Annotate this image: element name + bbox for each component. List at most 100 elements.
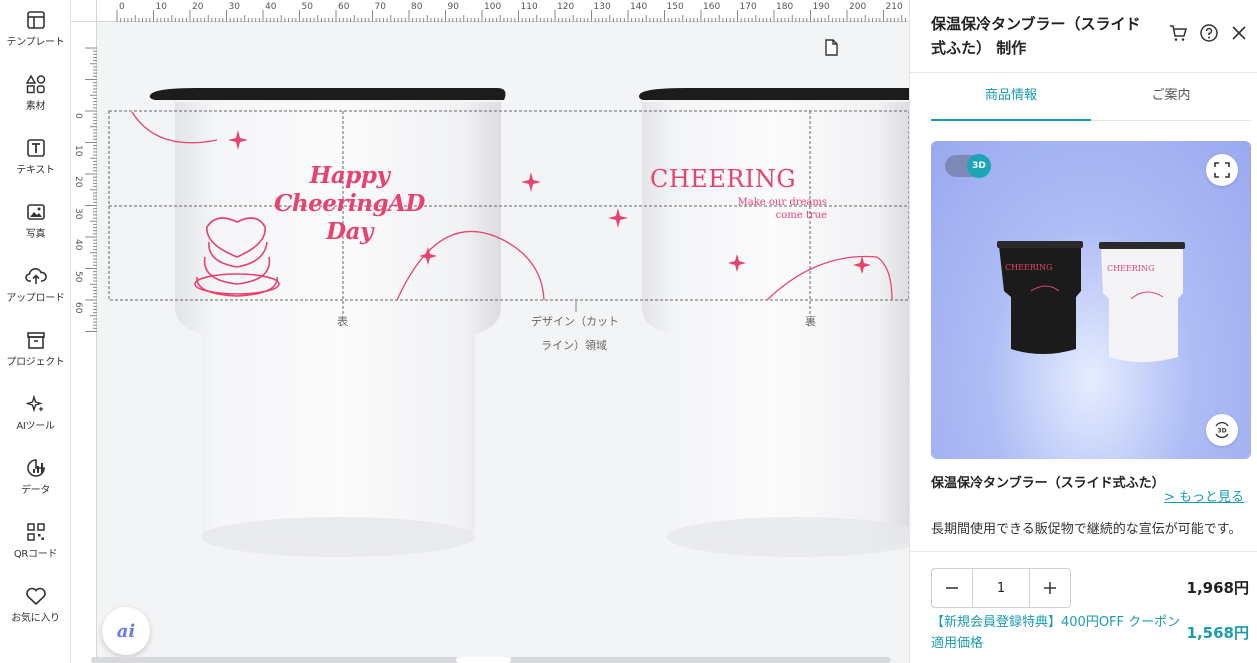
plus-icon <box>1044 582 1056 594</box>
3d-toggle[interactable]: 3D <box>945 154 991 178</box>
white-tumbler-model <box>1099 242 1185 362</box>
front-text-line: Day <box>326 218 373 245</box>
ruler-number: 100 <box>484 2 502 12</box>
sidebar-item-label: プロジェクト <box>6 357 65 368</box>
sidebar-item-project[interactable]: プロジェクト <box>0 330 71 388</box>
upload-icon <box>24 268 47 284</box>
ruler-number: 200 <box>849 2 867 12</box>
fullscreen-button[interactable] <box>1206 154 1238 186</box>
ruler-number: 120 <box>557 2 575 12</box>
elements-icon <box>25 74 45 94</box>
ai-assistant-button[interactable]: ai <box>102 607 150 655</box>
preview-label: CHEERING <box>1107 264 1154 273</box>
cart-icon[interactable] <box>1169 24 1187 46</box>
ruler-number: 110 <box>520 2 538 12</box>
svg-text:3D: 3D <box>1217 428 1226 435</box>
photo-icon <box>26 204 45 220</box>
sidebar-item-qr-code[interactable]: QRコード <box>0 522 71 580</box>
sidebar-item-label: 写真 <box>25 229 46 240</box>
ruler-number: 20 <box>73 176 83 188</box>
ruler-number: 70 <box>374 2 386 12</box>
front-design-text[interactable]: Happy CheeringAD Day <box>267 162 432 246</box>
back-subtitle-line: Make our dreams <box>737 197 827 208</box>
coupon-text[interactable]: 【新規会員登録特典】400円OFF クーポン適用価格 <box>931 612 1181 654</box>
black-tumbler-model <box>997 241 1083 354</box>
cut-area-label: デザイン（カット <box>531 315 619 328</box>
3d-tumblers-render: CHEERING CHEERING <box>997 241 1185 362</box>
3d-rotate-icon: 3D <box>1215 422 1229 438</box>
sidebar-item-label: アップロード <box>6 293 65 304</box>
template-icon <box>26 11 45 29</box>
ruler-left: 0 10 20 30 40 50 60 <box>71 22 97 663</box>
front-text-line: CheeringAD <box>274 190 425 217</box>
ruler-number: 40 <box>73 239 83 251</box>
sidebar-item-favorites[interactable]: お気に入り <box>0 586 71 644</box>
sidebar-item-label: お気に入り <box>11 613 60 624</box>
ruler-number: 130 <box>593 2 611 12</box>
back-design-subtitle[interactable]: Make our dreams come true <box>715 196 827 222</box>
tumbler-lid <box>149 88 506 100</box>
sidebar-item-data[interactable]: データ <box>0 458 71 516</box>
front-side-label: 表 <box>337 315 348 328</box>
panel-tabs: 商品情報 ご案内 <box>931 73 1251 121</box>
sidebar-item-photo[interactable]: 写真 <box>0 202 71 260</box>
back-design-title[interactable]: CHEERING <box>650 165 796 193</box>
close-icon[interactable] <box>1231 25 1247 45</box>
3d-rotate-button[interactable]: 3D <box>1206 414 1238 446</box>
sidebar-item-template[interactable]: テンプレート <box>0 10 71 68</box>
product-panel: 保温保冷タンブラー（スライド式ふた） 制作 商品情報 ご案内 3D 3D CHE… <box>909 0 1257 663</box>
text-icon <box>26 139 45 157</box>
ruler-number: 10 <box>73 144 83 156</box>
sidebar-item-label: テンプレート <box>6 37 65 48</box>
horizontal-scrollbar[interactable] <box>91 657 891 663</box>
tab-guide[interactable]: ご案内 <box>1091 73 1251 121</box>
minus-icon <box>946 587 958 589</box>
ruler-top: 0 10 20 30 40 50 60 70 80 90 100 110 120 130 140 150 160… <box>97 0 909 22</box>
tab-product-info[interactable]: 商品情報 <box>931 73 1091 121</box>
tumbler-mockup <box>108 88 909 557</box>
ruler-number: 0 <box>119 2 125 12</box>
ruler-number: 190 <box>812 2 830 12</box>
sidebar-item-upload[interactable]: アップロード <box>0 266 71 324</box>
ai-assistant-label: ai <box>116 620 136 642</box>
scrollbar-thumb[interactable] <box>456 657 511 663</box>
workarea[interactable]: Happy CheeringAD Day CHEERING Make our d… <box>97 22 909 663</box>
heart-icon <box>25 587 46 606</box>
ruler-number: 170 <box>739 2 757 12</box>
project-icon <box>26 332 45 349</box>
ruler-number: 20 <box>192 2 204 12</box>
sidebar-item-label: データ <box>20 485 51 496</box>
cut-area-label: ライン）領域 <box>541 339 607 352</box>
page-icon[interactable] <box>824 39 838 60</box>
ruler-number: 30 <box>73 207 83 219</box>
divider <box>910 551 1257 552</box>
panel-header-actions <box>1169 24 1247 46</box>
quantity-input[interactable] <box>972 569 1030 607</box>
sidebar-item-label: AIツール <box>16 421 55 432</box>
ruler-number: 140 <box>630 2 648 12</box>
preview-label: CHEERING <box>1005 263 1052 272</box>
panel-title: 保温保冷タンブラー（スライド式ふた） 制作 <box>931 15 1141 57</box>
product-name: 保温保冷タンブラー（スライド式ふた） <box>931 476 1165 491</box>
quantity-stepper <box>931 568 1071 608</box>
back-subtitle-line: come true <box>775 210 827 221</box>
ruler-number: 30 <box>228 2 240 12</box>
tumbler-front <box>149 88 506 557</box>
decrease-button[interactable] <box>932 569 972 607</box>
sidebar-item-ai-tools[interactable]: AIツール <box>0 394 71 452</box>
3d-toggle-knob: 3D <box>967 154 991 178</box>
data-icon <box>26 459 45 477</box>
sidebar-item-elements[interactable]: 素材 <box>0 74 71 132</box>
ruler-number: 10 <box>155 2 167 12</box>
product-description: 長期間使用できる販促物で継続的な宣伝が可能です。 <box>931 522 1242 537</box>
design-canvas[interactable]: 0 10 20 30 40 50 60 70 80 90 100 110 120 130 140 150 160… <box>71 0 909 663</box>
ai-tools-icon <box>25 394 44 413</box>
help-icon[interactable] <box>1200 24 1218 46</box>
sidebar-item-text[interactable]: テキスト <box>0 138 71 196</box>
3d-preview[interactable]: 3D 3D CHEERING CHEERING <box>931 141 1251 459</box>
more-link[interactable]: > もっと見る <box>1164 486 1244 505</box>
increase-button[interactable] <box>1030 569 1070 607</box>
fullscreen-icon <box>1214 162 1230 178</box>
ruler-number: 50 <box>73 270 83 282</box>
left-toolbar: テンプレート 素材 テキスト 写真 アップロード プロジェクト AIツール デー… <box>0 0 71 663</box>
